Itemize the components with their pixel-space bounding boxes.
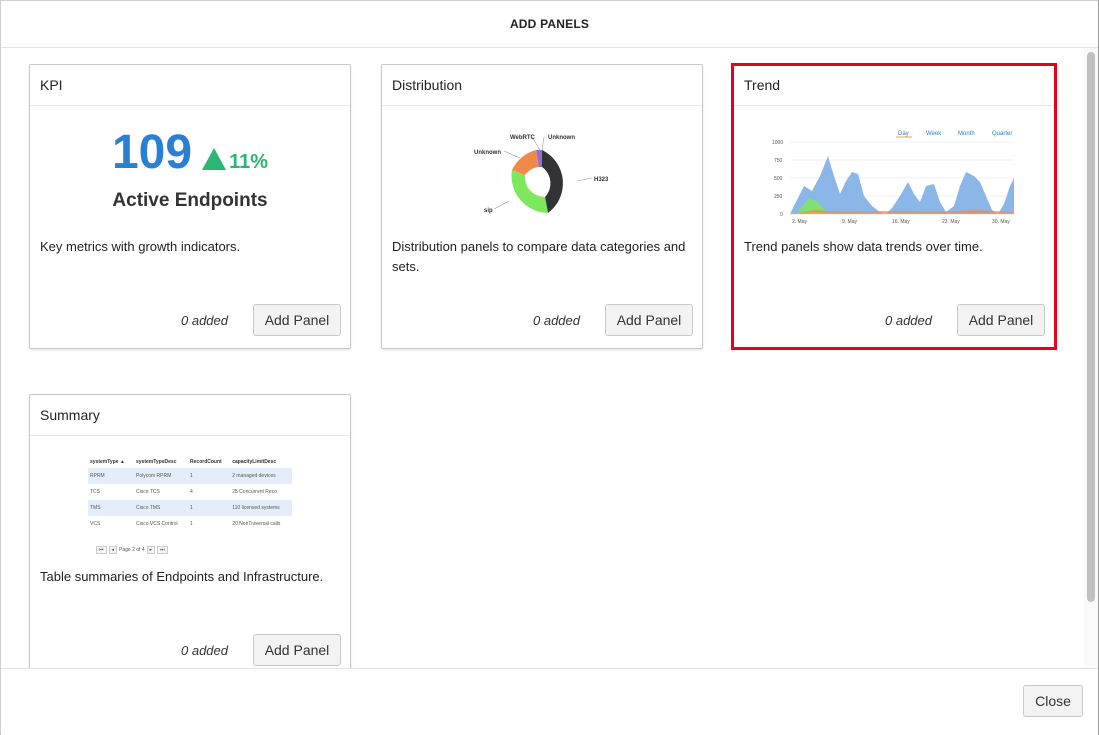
table-cell: 1: [188, 468, 231, 484]
table-cell: TMS: [88, 500, 134, 516]
table-header: capacityLimitDesc: [232, 459, 277, 465]
trend-preview: Day Week Month Quarter 1000 750 500 250 …: [734, 106, 1054, 226]
label-unknown-top: Unknown: [548, 135, 575, 141]
card-description: Key metrics with growth indicators.: [40, 239, 241, 254]
table-cell: 1: [188, 500, 231, 516]
card-title: Distribution: [382, 65, 702, 106]
modal-footer: Close: [1, 668, 1098, 735]
donut-chart: WebRTC Unknown Unknown H323 sip: [474, 135, 609, 214]
mini-pager: ⏮ ◂ Page 2 of 4 ▸ ⏭: [96, 546, 168, 554]
table-cell: Polycom RPRM: [133, 468, 189, 484]
table-cell: 4: [190, 489, 193, 495]
table-cell: TCS: [90, 489, 100, 495]
trend-tab-month[interactable]: Month: [958, 131, 975, 137]
x-tick: 23. May: [942, 219, 960, 225]
y-tick: 750: [774, 158, 783, 164]
y-tick: 1000: [772, 140, 783, 146]
card-title: KPI: [30, 65, 350, 106]
table-row: RPRM Polycom RPRM 1 2 managed devices: [88, 468, 292, 484]
slice-unknown: [512, 150, 539, 175]
trend-tab-quarter[interactable]: Quarter: [992, 131, 1012, 137]
table-header: systemType ▲: [90, 459, 125, 465]
table-cell: 20 NonTraversal calls: [232, 521, 281, 527]
kpi-preview: 109 11% Active Endpoints: [30, 106, 350, 226]
table-row: TMS Cisco TMS 1 110 licensed systems: [88, 500, 292, 516]
add-panel-button-summary[interactable]: Add Panel: [253, 634, 341, 666]
table-cell: 1: [190, 521, 193, 527]
trend-tab-week[interactable]: Week: [926, 131, 942, 137]
table-cell: VCS: [90, 521, 101, 527]
add-panels-modal: ADD PANELS KPI 109 11% Active Endpoints …: [0, 0, 1099, 735]
add-panel-button-trend[interactable]: Add Panel: [957, 304, 1045, 336]
label-sip: sip: [484, 208, 493, 214]
panel-card-kpi: KPI 109 11% Active Endpoints Key metrics…: [29, 64, 351, 349]
table-cell: Cisco TMS: [133, 500, 189, 516]
panel-card-trend: Trend Day Week Month Quarter 1000 750 50…: [733, 64, 1055, 349]
x-tick: 9. May: [842, 219, 858, 225]
label-h323: H323: [594, 177, 609, 183]
summary-preview: systemType ▲ systemTypeDesc RecordCount …: [30, 436, 350, 556]
slice-sip: [511, 170, 548, 213]
x-tick: 30. May: [992, 219, 1010, 225]
table-cell: 110 licensed systems: [230, 500, 292, 516]
series-main-area: [790, 156, 1014, 214]
table-header: RecordCount: [190, 459, 222, 465]
panel-card-distribution: Distribution WebRTC Unknown Unknown H323: [381, 64, 703, 349]
card-description: Distribution panels to compare data cate…: [392, 239, 686, 274]
kpi-label: Active Endpoints: [112, 190, 268, 211]
close-button[interactable]: Close: [1023, 685, 1083, 717]
table-row: VCS Cisco VCS Control 1 20 NonTraversal …: [88, 516, 292, 532]
modal-title: ADD PANELS: [1, 1, 1098, 48]
y-tick: 0: [780, 212, 783, 218]
added-count: 0 added: [885, 313, 932, 328]
panel-card-summary: Summary systemType ▲ systemTypeDesc Reco…: [29, 394, 351, 668]
x-tick: 16. May: [892, 219, 910, 225]
kpi-growth: 11%: [229, 151, 269, 173]
trend-tab-day[interactable]: Day: [898, 131, 909, 137]
card-description: Table summaries of Endpoints and Infrast…: [40, 569, 324, 584]
kpi-value: 109: [111, 126, 193, 179]
table-cell: RPRM: [88, 468, 134, 484]
area-chart: Day Week Month Quarter 1000 750 500 250 …: [772, 131, 1014, 225]
add-panel-button-distribution[interactable]: Add Panel: [605, 304, 693, 336]
pager-text: Page 2 of 4: [119, 547, 145, 553]
first-page-icon: ⏮: [96, 546, 107, 554]
modal-body: KPI 109 11% Active Endpoints Key metrics…: [1, 48, 1084, 668]
card-title: Trend: [734, 65, 1054, 106]
y-tick: 250: [774, 194, 783, 200]
label-webrtc: WebRTC: [510, 135, 536, 141]
y-tick: 500: [774, 176, 783, 182]
prev-page-icon: ◂: [108, 546, 118, 554]
modal-scrollbar[interactable]: [1084, 48, 1098, 668]
table-cell: 2 managed devices: [230, 468, 292, 484]
table-cell: 25 Concurrent Reco: [232, 489, 277, 495]
x-tick: 2. May: [792, 219, 808, 225]
added-count: 0 added: [181, 643, 228, 658]
next-page-icon: ▸: [146, 546, 156, 554]
last-page-icon: ⏭: [157, 546, 168, 554]
added-count: 0 added: [181, 313, 228, 328]
added-count: 0 added: [533, 313, 580, 328]
card-title: Summary: [30, 395, 350, 436]
table-cell: Cisco VCS Control: [135, 521, 178, 527]
card-description: Trend panels show data trends over time.: [744, 239, 983, 254]
table-header: systemTypeDesc: [135, 459, 177, 465]
add-panel-button-kpi[interactable]: Add Panel: [253, 304, 341, 336]
label-unknown-left: Unknown: [474, 150, 501, 156]
table-cell: Cisco TCS: [135, 489, 160, 495]
up-arrow-icon: [202, 148, 227, 170]
summary-mini-table: systemType ▲ systemTypeDesc RecordCount …: [88, 456, 292, 532]
distribution-preview: WebRTC Unknown Unknown H323 sip: [382, 106, 702, 226]
table-row: TCS Cisco TCS 4 25 Concurrent Reco: [88, 484, 292, 500]
scroll-thumb[interactable]: [1087, 52, 1095, 602]
